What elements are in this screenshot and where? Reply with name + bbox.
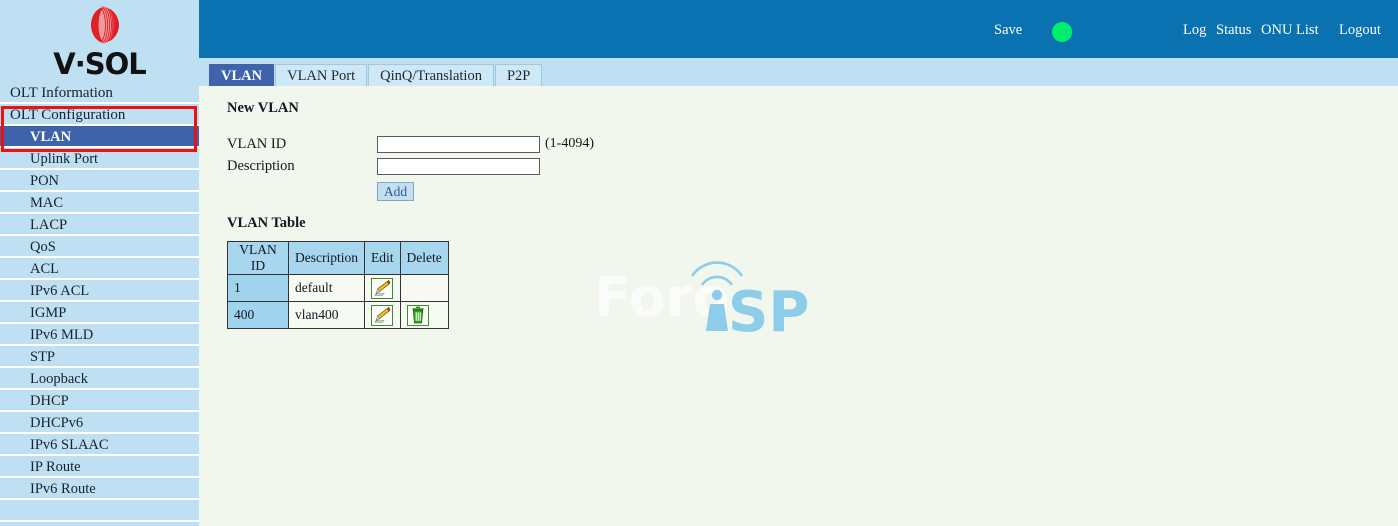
cell-description: default — [288, 274, 365, 302]
column-header-description: Description — [288, 241, 365, 275]
tab-vlan-port[interactable]: VLAN Port — [275, 64, 368, 86]
description-label: Description — [227, 157, 295, 174]
tab-qinq-translation[interactable]: QinQ/Translation — [368, 64, 494, 86]
table-header-row: VLAN ID Description Edit Delete — [227, 241, 449, 275]
log-link[interactable]: Log — [1183, 22, 1206, 39]
save-button[interactable]: Save — [994, 22, 1022, 39]
sidebar-item-qos[interactable]: QoS — [0, 236, 199, 258]
column-header-delete: Delete — [399, 241, 449, 275]
sidebar-item-label: DHCP — [30, 393, 69, 409]
vlan-table-head: VLAN ID Description Edit Delete — [227, 241, 449, 275]
sidebar-item-label: STP — [30, 349, 55, 365]
foroisp-watermark: Foro SP — [594, 254, 824, 345]
table-row: 1 default — [227, 274, 449, 302]
pencil-icon[interactable] — [371, 304, 393, 326]
sidebar-item-label: IP Route — [30, 459, 81, 475]
svg-text:Foro: Foro — [594, 266, 730, 329]
cell-delete — [399, 301, 449, 329]
sidebar-item-partial[interactable] — [0, 500, 199, 522]
sidebar-item-igmp[interactable]: IGMP — [0, 302, 199, 324]
olt-web-ui: V·SOL OLT Information OLT Configuration … — [0, 0, 1398, 526]
sidebar-item-label: VLAN — [30, 129, 72, 145]
brand-logo: V·SOL — [0, 0, 199, 82]
vlan-panel: New VLAN VLAN ID (1-4094) Description Ad… — [199, 86, 1398, 526]
cell-description: vlan400 — [288, 301, 365, 329]
sidebar-item-label: Loopback — [30, 371, 88, 387]
table-row: 400 vlan400 — [227, 301, 449, 329]
tab-p2p[interactable]: P2P — [494, 64, 543, 86]
sidebar-item-olt-information[interactable]: OLT Information — [0, 82, 199, 104]
sidebar-item-mac[interactable]: MAC — [0, 192, 199, 214]
vlan-table-body: 1 default 400 vlan400 — [227, 274, 449, 329]
sidebar-item-stp[interactable]: STP — [0, 346, 199, 368]
new-vlan-title: New VLAN — [227, 100, 299, 116]
sidebar-item-label: LACP — [30, 217, 68, 233]
sidebar-item-loopback[interactable]: Loopback — [0, 368, 199, 390]
vlan-table-title: VLAN Table — [227, 215, 306, 231]
add-button-row: Add — [227, 182, 1398, 201]
status-indicator-dot — [1052, 22, 1072, 42]
sidebar-item-label: Uplink Port — [30, 151, 99, 167]
sidebar-item-lacp[interactable]: LACP — [0, 214, 199, 236]
sidebar-item-label: OLT Configuration — [10, 107, 126, 123]
sidebar-item-label: IPv6 MLD — [30, 327, 94, 343]
column-header-vlan-id: VLAN ID — [227, 241, 289, 275]
description-row: Description — [227, 155, 1398, 177]
cell-edit — [364, 274, 401, 302]
add-button[interactable]: Add — [377, 182, 414, 201]
cell-vlan-id: 400 — [227, 301, 289, 329]
cell-edit — [364, 301, 401, 329]
sidebar-item-uplink-port[interactable]: Uplink Port — [0, 148, 199, 170]
tab-vlan[interactable]: VLAN — [209, 64, 275, 86]
sidebar-item-vlan[interactable]: VLAN — [0, 126, 199, 148]
sidebar-item-label: DHCPv6 — [30, 415, 84, 431]
top-header-bar: Save Log Status ONU List Logout — [199, 0, 1398, 58]
vlan-id-label: VLAN ID — [227, 135, 287, 152]
sidebar-item-acl[interactable]: ACL — [0, 258, 199, 280]
column-header-edit: Edit — [364, 241, 401, 275]
vsol-sphere-logo-icon — [77, 4, 123, 48]
sidebar-item-label: IPv6 SLAAC — [30, 437, 109, 453]
sidebar-nav: OLT Information OLT Configuration VLAN U… — [0, 82, 199, 522]
sidebar-item-label: ACL — [30, 261, 59, 277]
svg-text:SP: SP — [728, 280, 809, 334]
trash-icon[interactable] — [406, 304, 429, 326]
cell-vlan-id: 1 — [227, 274, 289, 302]
description-input[interactable] — [377, 157, 540, 175]
tab-bar: VLAN VLAN Port QinQ/Translation P2P — [199, 58, 1398, 86]
logout-link[interactable]: Logout — [1339, 22, 1381, 39]
sidebar-item-label: MAC — [30, 195, 64, 211]
sidebar: V·SOL OLT Information OLT Configuration … — [0, 0, 199, 526]
sidebar-item-olt-configuration[interactable]: OLT Configuration — [0, 104, 199, 126]
cell-delete — [399, 274, 449, 302]
wifi-antenna-icon — [690, 261, 744, 301]
sidebar-item-ipv6-acl[interactable]: IPv6 ACL — [0, 280, 199, 302]
sidebar-item-ipv6-slaac[interactable]: IPv6 SLAAC — [0, 434, 199, 456]
sidebar-item-label: IPv6 ACL — [30, 283, 90, 299]
vlan-id-input[interactable] — [377, 135, 540, 153]
sidebar-item-ip-route[interactable]: IP Route — [0, 456, 199, 478]
sidebar-item-label: OLT Information — [10, 85, 113, 101]
sidebar-item-ipv6-route[interactable]: IPv6 Route — [0, 478, 199, 500]
brand-logo-text: V·SOL — [53, 47, 146, 81]
sidebar-item-label: QoS — [30, 239, 56, 255]
sidebar-item-ipv6-mld[interactable]: IPv6 MLD — [0, 324, 199, 346]
status-link[interactable]: Status — [1216, 22, 1251, 39]
vlan-table: VLAN ID Description Edit Delete 1 defaul… — [227, 241, 449, 329]
vlan-id-range-hint: (1-4094) — [545, 136, 594, 151]
content-area: Save Log Status ONU List Logout VLAN VLA… — [199, 0, 1398, 526]
pencil-icon[interactable] — [371, 277, 393, 299]
sidebar-item-dhcp[interactable]: DHCP — [0, 390, 199, 412]
sidebar-item-dhcpv6[interactable]: DHCPv6 — [0, 412, 199, 434]
onu-list-link[interactable]: ONU List — [1261, 22, 1319, 39]
sidebar-item-label: IGMP — [30, 305, 67, 321]
sidebar-item-pon[interactable]: PON — [0, 170, 199, 192]
vlan-id-row: VLAN ID (1-4094) — [227, 133, 1398, 155]
sidebar-item-label: PON — [30, 173, 60, 189]
sidebar-item-label: IPv6 Route — [30, 481, 96, 497]
